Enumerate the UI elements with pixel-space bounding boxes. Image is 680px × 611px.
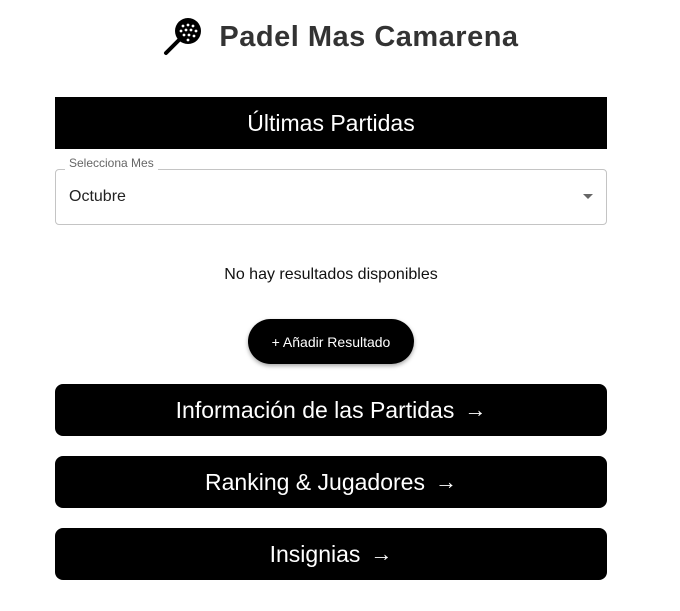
app-header: Padel Mas Camarena <box>0 14 680 60</box>
app-title: Padel Mas Camarena <box>219 20 519 53</box>
arrow-right-icon: → <box>434 469 457 494</box>
empty-results-message: No hay resultados disponibles <box>224 266 438 283</box>
page: Padel Mas Camarena Últimas Partidas Octu… <box>0 0 680 611</box>
nav-button-ranking[interactable]: Ranking & Jugadores → <box>55 456 607 508</box>
month-select-value: Octubre <box>69 188 126 205</box>
add-result-button[interactable]: + Añadir Resultado <box>248 319 414 364</box>
month-select[interactable]: Octubre Selecciona Mes <box>55 156 607 225</box>
padel-racket-icon <box>161 15 205 59</box>
nav-button-label: Ranking & Jugadores <box>205 468 425 495</box>
month-select-box[interactable]: Octubre <box>55 169 607 225</box>
arrow-right-icon: → <box>464 397 487 422</box>
nav-button-label: Insignias <box>269 540 361 567</box>
add-result-label: + Añadir Resultado <box>271 333 391 350</box>
nav-button-label: Información de las Partidas <box>175 396 455 423</box>
section-title-bar: Últimas Partidas <box>55 97 607 149</box>
section-title: Últimas Partidas <box>247 109 415 136</box>
caret-down-icon <box>583 194 593 199</box>
nav-button-badges[interactable]: Insignias → <box>55 528 607 580</box>
month-select-label: Selecciona Mes <box>65 156 158 170</box>
arrow-right-icon: → <box>370 541 393 566</box>
nav-button-match-info[interactable]: Información de las Partidas → <box>55 384 607 436</box>
